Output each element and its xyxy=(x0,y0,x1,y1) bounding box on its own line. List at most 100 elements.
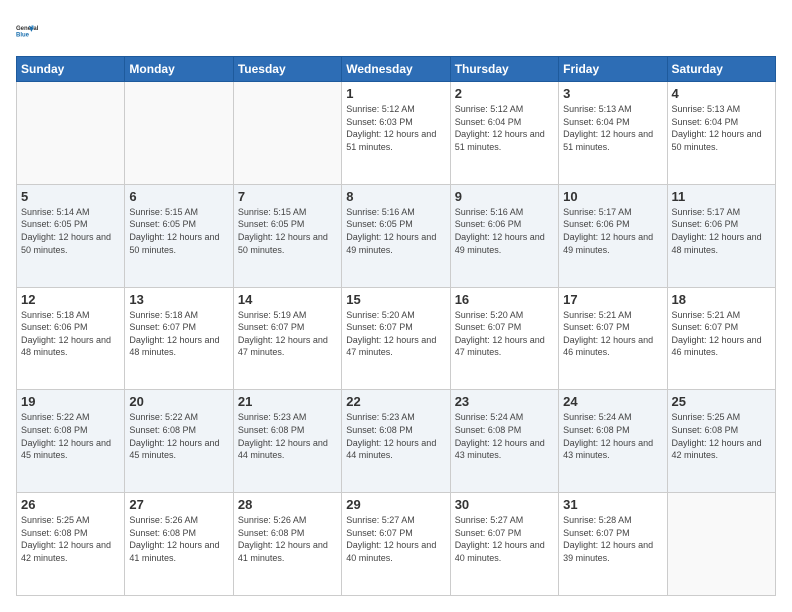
day-info: Sunrise: 5:21 AM Sunset: 6:07 PM Dayligh… xyxy=(563,309,662,359)
day-cell: 31 Sunrise: 5:28 AM Sunset: 6:07 PM Dayli… xyxy=(559,493,667,596)
day-cell: 2Sunrise: 5:12 AM Sunset: 6:04 PM Daylig… xyxy=(450,82,558,185)
logo: General Blue xyxy=(16,16,46,46)
day-number: 22 xyxy=(346,394,445,409)
day-number: 13 xyxy=(129,292,228,307)
day-cell: 20Sunrise: 5:22 AM Sunset: 6:08 PM Dayli… xyxy=(125,390,233,493)
day-cell xyxy=(125,82,233,185)
col-header-tuesday: Tuesday xyxy=(233,57,341,82)
svg-text:Blue: Blue xyxy=(16,33,30,39)
day-cell: 11 Sunrise: 5:17 AM Sunset: 6:06 PM Dayli… xyxy=(667,184,775,287)
day-number: 8 xyxy=(346,189,445,204)
day-info: Sunrise: 5:12 AM Sunset: 6:04 PM Dayligh… xyxy=(455,103,554,153)
day-cell: 4 Sunrise: 5:13 AM Sunset: 6:04 PM Daylig… xyxy=(667,82,775,185)
week-row-3: 12Sunrise: 5:18 AM Sunset: 6:06 PM Dayli… xyxy=(17,287,776,390)
day-number: 25 xyxy=(672,394,771,409)
day-cell: 26Sunrise: 5:25 AM Sunset: 6:08 PM Dayli… xyxy=(17,493,125,596)
day-info: Sunrise: 5:18 AM Sunset: 6:07 PM Dayligh… xyxy=(129,309,228,359)
day-info: Sunrise: 5:16 AM Sunset: 6:05 PM Dayligh… xyxy=(346,206,445,256)
col-header-friday: Friday xyxy=(559,57,667,82)
day-number: 29 xyxy=(346,497,445,512)
day-cell: 7 Sunrise: 5:15 AM Sunset: 6:05 PM Daylig… xyxy=(233,184,341,287)
day-cell: 17 Sunrise: 5:21 AM Sunset: 6:07 PM Dayli… xyxy=(559,287,667,390)
day-number: 5 xyxy=(21,189,120,204)
day-number: 16 xyxy=(455,292,554,307)
day-number: 12 xyxy=(21,292,120,307)
day-cell: 6Sunrise: 5:15 AM Sunset: 6:05 PM Daylig… xyxy=(125,184,233,287)
day-number: 4 xyxy=(672,86,771,101)
day-number: 27 xyxy=(129,497,228,512)
day-info: Sunrise: 5:28 AM Sunset: 6:07 PM Dayligh… xyxy=(563,514,662,564)
day-number: 3 xyxy=(563,86,662,101)
day-number: 9 xyxy=(455,189,554,204)
day-info: Sunrise: 5:25 AM Sunset: 6:08 PM Dayligh… xyxy=(672,411,771,461)
day-info: Sunrise: 5:23 AM Sunset: 6:08 PM Dayligh… xyxy=(346,411,445,461)
day-info: Sunrise: 5:17 AM Sunset: 6:06 PM Dayligh… xyxy=(672,206,771,256)
day-cell: 21Sunrise: 5:23 AM Sunset: 6:08 PM Dayli… xyxy=(233,390,341,493)
day-info: Sunrise: 5:16 AM Sunset: 6:06 PM Dayligh… xyxy=(455,206,554,256)
day-number: 7 xyxy=(238,189,337,204)
day-info: Sunrise: 5:14 AM Sunset: 6:05 PM Dayligh… xyxy=(21,206,120,256)
day-cell: 13 Sunrise: 5:18 AM Sunset: 6:07 PM Dayli… xyxy=(125,287,233,390)
day-info: Sunrise: 5:24 AM Sunset: 6:08 PM Dayligh… xyxy=(563,411,662,461)
day-number: 24 xyxy=(563,394,662,409)
day-cell: 14 Sunrise: 5:19 AM Sunset: 6:07 PM Dayli… xyxy=(233,287,341,390)
day-info: Sunrise: 5:21 AM Sunset: 6:07 PM Dayligh… xyxy=(672,309,771,359)
day-cell: 28Sunrise: 5:26 AM Sunset: 6:08 PM Dayli… xyxy=(233,493,341,596)
day-cell: 25 Sunrise: 5:25 AM Sunset: 6:08 PM Dayli… xyxy=(667,390,775,493)
day-info: Sunrise: 5:15 AM Sunset: 6:05 PM Dayligh… xyxy=(238,206,337,256)
day-number: 14 xyxy=(238,292,337,307)
day-cell: 27 Sunrise: 5:26 AM Sunset: 6:08 PM Dayli… xyxy=(125,493,233,596)
day-cell: 18 Sunrise: 5:21 AM Sunset: 6:07 PM Dayli… xyxy=(667,287,775,390)
day-number: 11 xyxy=(672,189,771,204)
col-header-monday: Monday xyxy=(125,57,233,82)
week-row-2: 5 Sunrise: 5:14 AM Sunset: 6:05 PM Daylig… xyxy=(17,184,776,287)
calendar-page: General Blue SundayMondayTuesdayWednesda… xyxy=(0,0,792,612)
day-cell: 19 Sunrise: 5:22 AM Sunset: 6:08 PM Dayli… xyxy=(17,390,125,493)
day-info: Sunrise: 5:26 AM Sunset: 6:08 PM Dayligh… xyxy=(238,514,337,564)
day-info: Sunrise: 5:26 AM Sunset: 6:08 PM Dayligh… xyxy=(129,514,228,564)
day-cell xyxy=(233,82,341,185)
col-header-wednesday: Wednesday xyxy=(342,57,450,82)
day-cell: 9 Sunrise: 5:16 AM Sunset: 6:06 PM Daylig… xyxy=(450,184,558,287)
day-info: Sunrise: 5:22 AM Sunset: 6:08 PM Dayligh… xyxy=(129,411,228,461)
day-cell: 10Sunrise: 5:17 AM Sunset: 6:06 PM Dayli… xyxy=(559,184,667,287)
day-number: 26 xyxy=(21,497,120,512)
week-row-1: 1 Sunrise: 5:12 AM Sunset: 6:03 PM Daylig… xyxy=(17,82,776,185)
day-cell xyxy=(17,82,125,185)
day-cell xyxy=(667,493,775,596)
day-cell: 15 Sunrise: 5:20 AM Sunset: 6:07 PM Dayli… xyxy=(342,287,450,390)
day-number: 30 xyxy=(455,497,554,512)
day-info: Sunrise: 5:19 AM Sunset: 6:07 PM Dayligh… xyxy=(238,309,337,359)
svg-text:General: General xyxy=(16,26,39,32)
day-number: 23 xyxy=(455,394,554,409)
day-info: Sunrise: 5:22 AM Sunset: 6:08 PM Dayligh… xyxy=(21,411,120,461)
day-number: 1 xyxy=(346,86,445,101)
day-number: 17 xyxy=(563,292,662,307)
day-cell: 30Sunrise: 5:27 AM Sunset: 6:07 PM Dayli… xyxy=(450,493,558,596)
day-number: 21 xyxy=(238,394,337,409)
week-row-5: 26Sunrise: 5:25 AM Sunset: 6:08 PM Dayli… xyxy=(17,493,776,596)
logo-icon: General Blue xyxy=(16,16,46,46)
day-number: 15 xyxy=(346,292,445,307)
col-header-saturday: Saturday xyxy=(667,57,775,82)
col-header-sunday: Sunday xyxy=(17,57,125,82)
day-info: Sunrise: 5:17 AM Sunset: 6:06 PM Dayligh… xyxy=(563,206,662,256)
day-info: Sunrise: 5:20 AM Sunset: 6:07 PM Dayligh… xyxy=(455,309,554,359)
calendar-table: SundayMondayTuesdayWednesdayThursdayFrid… xyxy=(16,56,776,596)
day-cell: 8 Sunrise: 5:16 AM Sunset: 6:05 PM Daylig… xyxy=(342,184,450,287)
day-info: Sunrise: 5:12 AM Sunset: 6:03 PM Dayligh… xyxy=(346,103,445,153)
day-cell: 22 Sunrise: 5:23 AM Sunset: 6:08 PM Dayli… xyxy=(342,390,450,493)
week-row-4: 19 Sunrise: 5:22 AM Sunset: 6:08 PM Dayli… xyxy=(17,390,776,493)
day-cell: 1 Sunrise: 5:12 AM Sunset: 6:03 PM Daylig… xyxy=(342,82,450,185)
col-header-thursday: Thursday xyxy=(450,57,558,82)
day-number: 31 xyxy=(563,497,662,512)
day-info: Sunrise: 5:20 AM Sunset: 6:07 PM Dayligh… xyxy=(346,309,445,359)
day-cell: 12Sunrise: 5:18 AM Sunset: 6:06 PM Dayli… xyxy=(17,287,125,390)
day-cell: 5 Sunrise: 5:14 AM Sunset: 6:05 PM Daylig… xyxy=(17,184,125,287)
day-number: 19 xyxy=(21,394,120,409)
day-info: Sunrise: 5:24 AM Sunset: 6:08 PM Dayligh… xyxy=(455,411,554,461)
header-row: SundayMondayTuesdayWednesdayThursdayFrid… xyxy=(17,57,776,82)
day-number: 6 xyxy=(129,189,228,204)
day-number: 18 xyxy=(672,292,771,307)
day-info: Sunrise: 5:13 AM Sunset: 6:04 PM Dayligh… xyxy=(672,103,771,153)
